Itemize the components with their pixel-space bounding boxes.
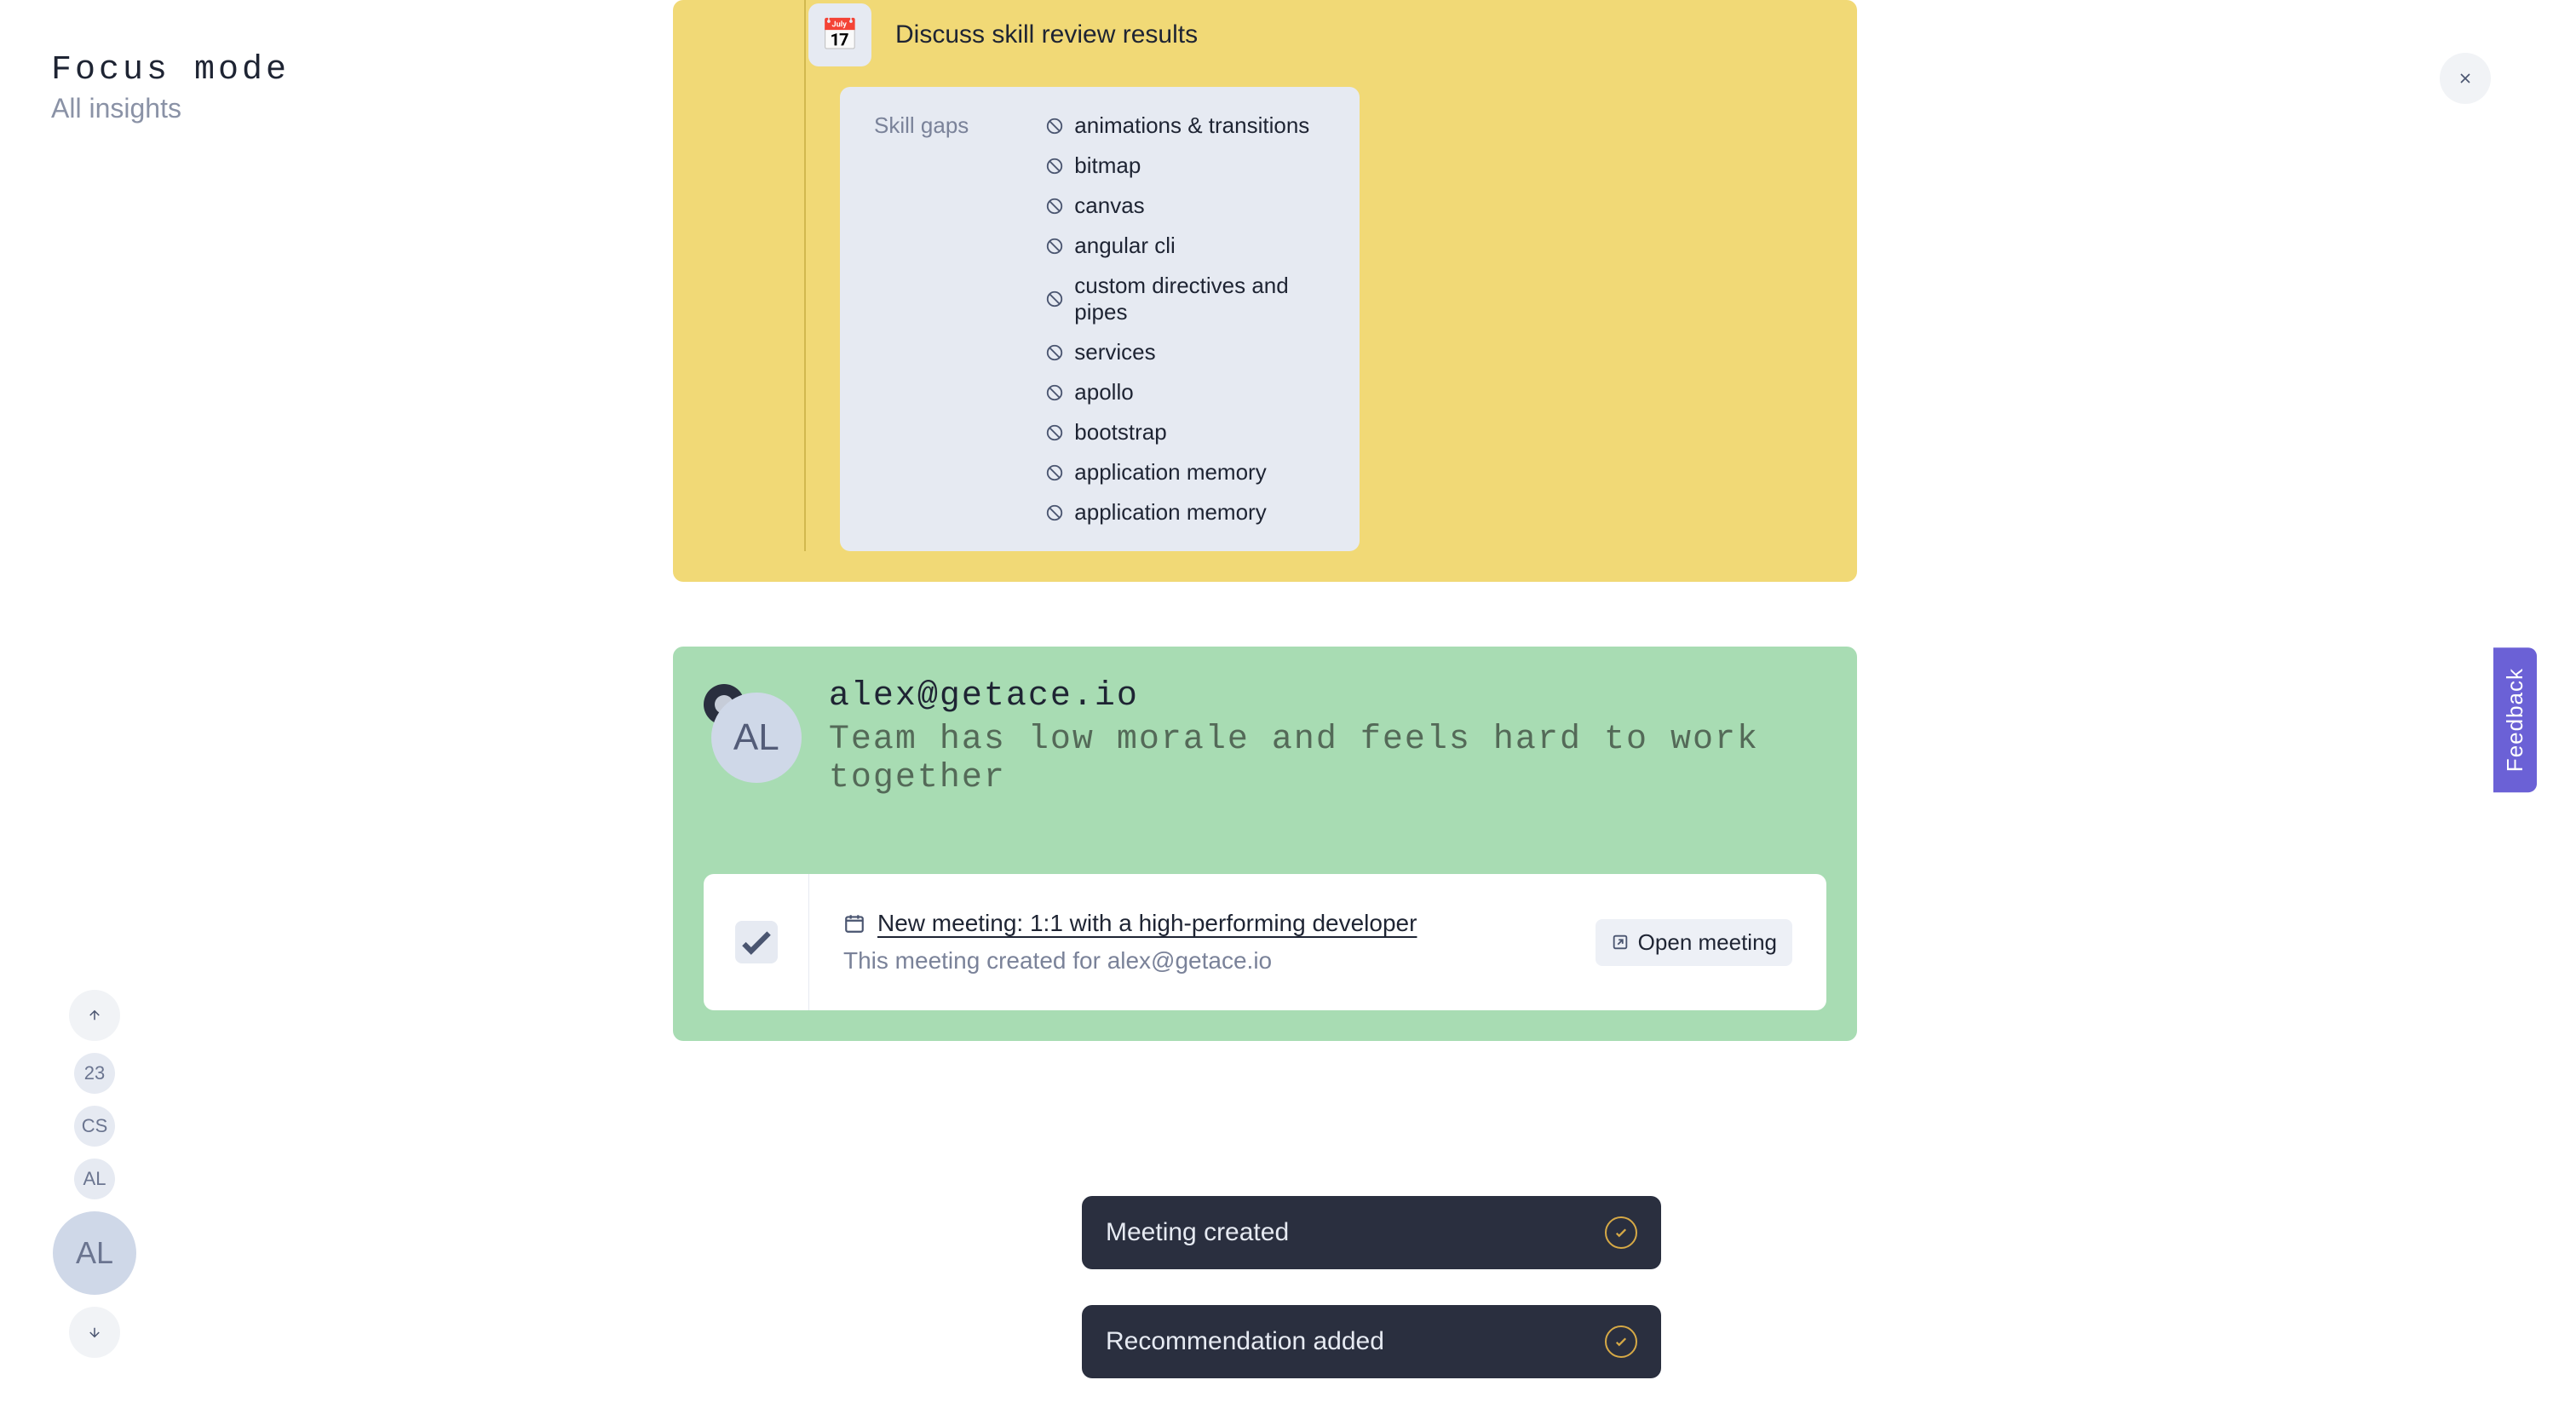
meeting-row: New meeting: 1:1 with a high-performing …: [704, 874, 1826, 1010]
nav-item[interactable]: 23: [74, 1053, 115, 1094]
toast: Meeting created: [1082, 1196, 1661, 1269]
skill-item-label: animations & transitions: [1074, 112, 1309, 139]
blocked-icon: [1045, 197, 1064, 216]
page-subtitle: All insights: [51, 93, 290, 124]
skill-item-label: application memory: [1074, 459, 1266, 486]
arrow-down-icon: [87, 1325, 102, 1340]
meeting-status-cell: [704, 874, 809, 1010]
meeting-link[interactable]: New meeting: 1:1 with a high-performing …: [877, 910, 1417, 937]
blocked-icon: [1045, 157, 1064, 175]
toast-stack: Meeting created Recommendation added: [1082, 1196, 1661, 1378]
calendar-icon: 📅: [808, 3, 871, 66]
header: Focus mode All insights: [51, 51, 290, 124]
skill-item: angular cli: [1045, 233, 1325, 259]
skill-item-label: application memory: [1074, 499, 1266, 526]
toast-text: Recommendation added: [1106, 1327, 1384, 1356]
nav-item-active[interactable]: AL: [53, 1211, 136, 1295]
skill-item-label: bitmap: [1074, 152, 1141, 179]
blocked-icon: [1045, 503, 1064, 522]
blocked-icon: [1045, 117, 1064, 135]
skill-item-label: services: [1074, 339, 1155, 365]
skill-item-label: bootstrap: [1074, 419, 1166, 446]
close-button[interactable]: [2440, 53, 2491, 104]
check-icon: [1613, 1334, 1629, 1349]
page-title: Focus mode: [51, 51, 290, 89]
toast: Recommendation added: [1082, 1305, 1661, 1378]
skill-item-label: custom directives and pipes: [1074, 273, 1325, 325]
feedback-tab[interactable]: Feedback: [2493, 647, 2537, 792]
close-icon: [2457, 70, 2474, 87]
external-link-icon: [1611, 933, 1630, 952]
blocked-icon: [1045, 237, 1064, 256]
card-stack: 📅 Discuss skill review results Skill gap…: [673, 0, 1857, 1041]
action-label: Discuss skill review results: [895, 20, 1198, 49]
skill-review-card: 📅 Discuss skill review results Skill gap…: [673, 0, 1857, 582]
check-icon: [1613, 1225, 1629, 1240]
skill-item-label: canvas: [1074, 193, 1144, 219]
skill-item: custom directives and pipes: [1045, 273, 1325, 325]
meeting-body: New meeting: 1:1 with a high-performing …: [809, 874, 1826, 1010]
nav-item[interactable]: CS: [74, 1106, 115, 1147]
nav-prev-button[interactable]: [69, 990, 120, 1041]
skill-gaps-box: Skill gaps animations & transitions bitm…: [840, 87, 1360, 551]
nav-item[interactable]: AL: [74, 1159, 115, 1199]
toast-check-icon: [1605, 1325, 1637, 1358]
card-insight-text: Team has low morale and feels hard to wo…: [829, 721, 1826, 797]
timeline-line: [804, 0, 806, 551]
skill-item: apollo: [1045, 379, 1325, 405]
action-row: 📅 Discuss skill review results: [704, 0, 1826, 87]
blocked-icon: [1045, 423, 1064, 442]
skill-item: bitmap: [1045, 152, 1325, 179]
skill-item: animations & transitions: [1045, 112, 1325, 139]
skill-gaps-title: Skill gaps: [874, 112, 969, 526]
skill-item: bootstrap: [1045, 419, 1325, 446]
avatar-initials: AL: [711, 693, 802, 783]
checkmark-badge: [735, 921, 778, 963]
skill-gaps-list: animations & transitions bitmap canvas a…: [1045, 112, 1325, 526]
avatar: AL: [704, 693, 802, 783]
skill-item-label: apollo: [1074, 379, 1133, 405]
skill-item: services: [1045, 339, 1325, 365]
meeting-link-row: New meeting: 1:1 with a high-performing …: [843, 910, 1417, 937]
skill-item: canvas: [1045, 193, 1325, 219]
open-meeting-label: Open meeting: [1638, 929, 1777, 956]
insight-nav: 23 CS AL AL: [53, 990, 136, 1358]
morale-insight-card: AL alex@getace.io Team has low morale an…: [673, 647, 1857, 1041]
nav-next-button[interactable]: [69, 1307, 120, 1358]
blocked-icon: [1045, 383, 1064, 402]
calendar-icon: [843, 912, 865, 934]
card-person-email: alex@getace.io: [829, 677, 1826, 716]
open-meeting-button[interactable]: Open meeting: [1596, 919, 1792, 966]
skill-item: application memory: [1045, 499, 1325, 526]
check-icon: [735, 921, 778, 963]
blocked-icon: [1045, 343, 1064, 362]
arrow-up-icon: [87, 1008, 102, 1023]
card-titles: alex@getace.io Team has low morale and f…: [829, 677, 1826, 797]
blocked-icon: [1045, 463, 1064, 482]
toast-check-icon: [1605, 1216, 1637, 1249]
toast-text: Meeting created: [1106, 1218, 1289, 1247]
skill-item: application memory: [1045, 459, 1325, 486]
skill-item-label: angular cli: [1074, 233, 1176, 259]
meeting-desc: This meeting created for alex@getace.io: [843, 947, 1417, 975]
meeting-text: New meeting: 1:1 with a high-performing …: [843, 910, 1417, 975]
card-header: AL alex@getace.io Team has low morale an…: [704, 677, 1826, 797]
blocked-icon: [1045, 290, 1064, 308]
